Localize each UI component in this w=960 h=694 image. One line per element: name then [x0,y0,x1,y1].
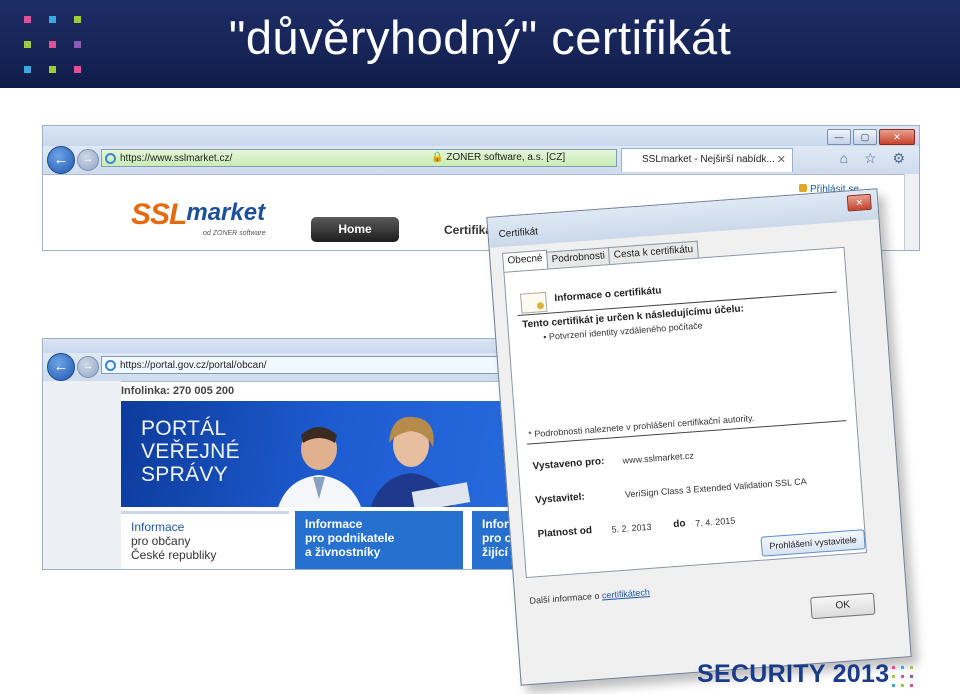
maximize-button[interactable]: ▢ [853,129,877,145]
vertical-scrollbar[interactable] [904,174,919,250]
tab-label: SSLmarket - Nejširší nabídk... [642,154,775,165]
issuer-label: Vystavitel: [534,491,586,507]
window-titlebar: — ▢ ✕ [43,126,919,146]
issued-to-label: Vystaveno pro: [532,456,605,473]
padlock-icon [799,184,807,192]
valid-from-value: 5. 2. 2013 [611,521,652,535]
security-identity-label[interactable]: 🔒 ZONER software, a.s. [CZ] [431,149,565,167]
slide-title: "důvěryhodný" certifikát [228,11,732,64]
issued-to-value: www.sslmarket.cz [622,450,695,466]
url-text: https://portal.gov.cz/portal/obcan/ [120,360,267,371]
card-citizens[interactable]: Informace pro občany České republiky [121,511,289,569]
certificate-dialog: Certifikát ✕ Obecné Podrobnosti Cesta k … [486,188,912,686]
page-left-margin [43,381,121,569]
ie-icon [105,153,116,164]
certificate-icon [520,291,548,314]
back-button[interactable]: ← [47,146,75,174]
valid-to-value: 7. 4. 2015 [694,515,736,529]
certificates-link[interactable]: certifikátech [602,587,651,600]
address-bar[interactable]: https://portal.gov.cz/portal/obcan/ [101,356,501,374]
woman-photo-icon [370,416,471,507]
home-nav-button[interactable]: Home [311,217,399,242]
browser-tools-icons[interactable]: ⌂ ☆ ⚙ [840,150,911,167]
man-photo-icon [278,427,361,507]
minimize-button[interactable]: — [827,129,851,145]
close-button[interactable]: ✕ [879,129,915,145]
ie-icon [105,360,116,371]
tab-sslmarket[interactable]: SSLmarket - Nejširší nabídk... ✕ [621,148,793,172]
dialog-close-button[interactable]: ✕ [846,193,872,212]
general-tab-panel: Informace o certifikátu Tento certifikát… [503,246,867,579]
url-text: https://www.sslmarket.cz/ [120,153,233,164]
browser-navbar: ← → https://www.sslmarket.cz/ 🔒 ZONER so… [43,146,919,175]
dialog-title: Certifikát [498,226,539,241]
forward-button[interactable]: → [77,149,99,171]
infolinka-text: Infolinka: 270 005 200 [121,385,235,397]
lock-icon: 🔒 [431,152,444,163]
footer-dots [892,666,914,688]
portal-banner-title: PORTÁL VEŘEJNÉ SPRÁVY [141,417,240,486]
sslmarket-logo[interactable]: SSLmarket od ZONER software [131,198,266,237]
forward-button[interactable]: → [77,356,99,378]
certificate-dialog-wrapper: Certifikát ✕ Obecné Podrobnosti Cesta k … [486,188,919,694]
tab-close-icon[interactable]: ✕ [777,149,786,171]
issuer-statement-button[interactable]: Prohlášení vystavitele [760,529,866,557]
more-info-text: Další informace o certifikátech [529,587,651,606]
valid-to-label: do [672,518,686,531]
back-button[interactable]: ← [47,353,75,381]
footer-brand: SECURITY 2013 [697,660,890,688]
card-entrepreneurs[interactable]: Informace pro podnikatele a živnostníky [295,511,463,569]
info-title: Informace o certifikátu [554,285,662,305]
valid-from-label: Platnost od [537,525,593,541]
issuer-value: VeriSign Class 3 Extended Validation SSL… [624,476,808,500]
ok-button[interactable]: OK [810,592,876,620]
slide-header: "důvěryhodný" certifikát [0,0,960,88]
